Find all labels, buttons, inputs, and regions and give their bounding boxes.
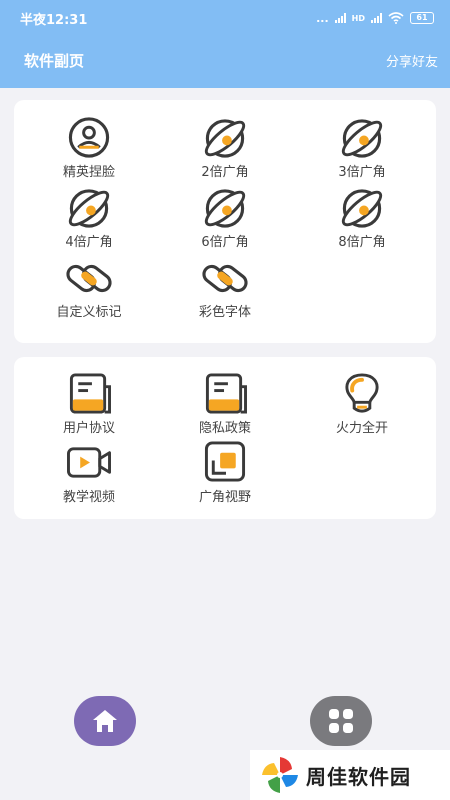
feature-wide-2x[interactable]: 2倍广角	[155, 116, 295, 180]
document-icon	[205, 373, 247, 414]
feature-color-font[interactable]: 彩色字体	[155, 256, 295, 320]
page-title: 软件副页	[24, 51, 85, 70]
apps-button[interactable]	[310, 696, 372, 746]
link-icon	[64, 261, 114, 296]
feature-label: 3倍广角	[338, 165, 386, 180]
hd-label: HD	[351, 13, 365, 23]
wide-angle-icon	[64, 186, 114, 229]
full-firepower-item[interactable]: 火力全开	[292, 372, 432, 436]
title-bar: 软件副页 分享好友	[0, 42, 450, 78]
wide-angle-icon	[337, 116, 387, 159]
feature-label: 自定义标记	[56, 305, 122, 320]
link-icon	[200, 261, 250, 296]
feature-custom-mark[interactable]: 自定义标记	[19, 256, 159, 320]
wide-angle-icon	[200, 116, 250, 159]
signal-icon	[334, 13, 346, 23]
wide-angle-icon	[337, 186, 387, 229]
tutorial-video-item[interactable]: 教学视频	[19, 441, 159, 505]
video-icon	[67, 447, 111, 478]
more-label: 隐私政策	[198, 421, 251, 436]
status-icons: ... HD 61	[316, 12, 434, 25]
home-icon	[93, 710, 117, 732]
watermark: 周佳软件园	[250, 750, 450, 800]
signal-icon-2	[371, 13, 382, 23]
feature-label: 6倍广角	[201, 235, 249, 250]
wide-view-item[interactable]: 广角视野	[155, 441, 295, 505]
feature-wide-8x[interactable]: 8倍广角	[292, 186, 432, 250]
app-header: 半夜12:31 ... HD 61 软件副页 分享好友	[0, 0, 450, 88]
status-bar: 半夜12:31 ... HD 61	[0, 0, 450, 36]
feature-label: 2倍广角	[201, 165, 249, 180]
apps-grid-icon	[329, 709, 353, 733]
user-agreement-item[interactable]: 用户协议	[19, 372, 159, 436]
feature-wide-3x[interactable]: 3倍广角	[292, 116, 432, 180]
feature-label: 8倍广角	[338, 235, 386, 250]
more-label: 火力全开	[335, 421, 388, 436]
feature-wide-4x[interactable]: 4倍广角	[19, 186, 159, 250]
more-label: 教学视频	[62, 490, 115, 505]
document-icon	[69, 373, 111, 414]
home-button[interactable]	[74, 696, 136, 746]
feature-label: 精英捏脸	[62, 165, 115, 180]
feature-label: 彩色字体	[198, 305, 251, 320]
pinwheel-logo-icon	[262, 757, 298, 793]
frame-icon	[204, 441, 246, 482]
wide-angle-icon	[200, 186, 250, 229]
face-icon	[68, 117, 110, 158]
battery-icon: 61	[410, 12, 434, 24]
more-label: 广角视野	[198, 490, 251, 505]
bulb-icon	[345, 373, 379, 413]
wifi-icon	[388, 12, 404, 24]
feature-wide-6x[interactable]: 6倍广角	[155, 186, 295, 250]
share-friends-button[interactable]: 分享好友	[386, 51, 438, 70]
more-label: 用户协议	[62, 421, 115, 436]
privacy-policy-item[interactable]: 隐私政策	[155, 372, 295, 436]
feature-face-sculpt[interactable]: 精英捏脸	[19, 116, 159, 180]
status-time: 半夜12:31	[20, 12, 88, 28]
feature-label: 4倍广角	[65, 235, 113, 250]
watermark-text: 周佳软件园	[306, 764, 411, 789]
more-dots-icon: ...	[316, 11, 329, 25]
